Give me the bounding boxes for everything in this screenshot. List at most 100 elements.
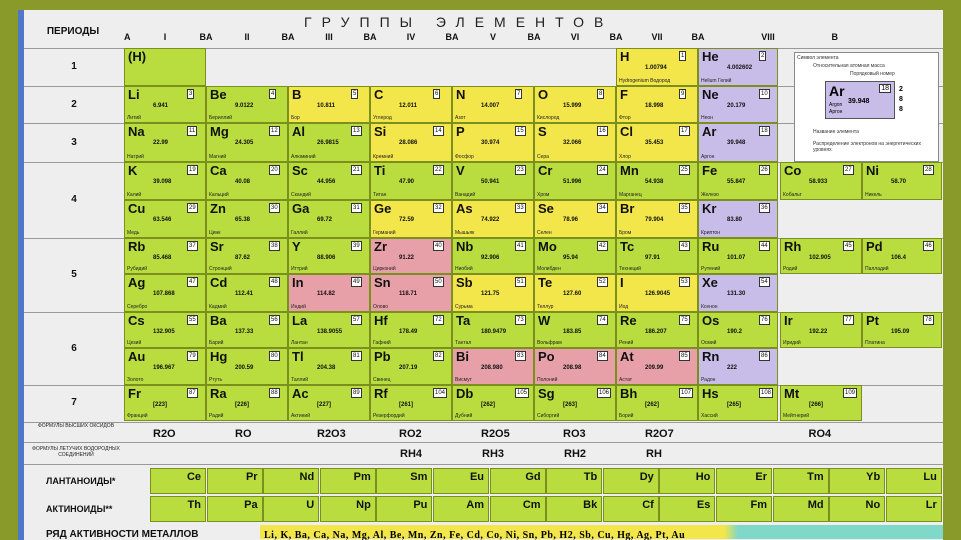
element-cell-ne[interactable]: Ne 10 20.179 Неон xyxy=(698,86,778,123)
element-cell-xe[interactable]: Xe 54 131.30 Ксенон xyxy=(698,274,778,312)
element-cell-hs[interactable]: Hs 108 [265] Хассий xyxy=(698,385,778,421)
actinide-cell-th[interactable]: Th xyxy=(150,496,206,522)
actinide-cell-no[interactable]: No xyxy=(829,496,886,522)
element-cell-pd[interactable]: Pd 46 106.4 Палладий xyxy=(862,238,942,274)
element-cell-re[interactable]: Re 75 186.207 Рений xyxy=(616,312,698,348)
lanthanide-cell-er[interactable]: Er xyxy=(716,468,772,494)
element-cell-tc[interactable]: Tc 43 97.91 Технеций xyxy=(616,238,698,274)
actinide-cell-fm[interactable]: Fm xyxy=(716,496,772,522)
element-cell-ar[interactable]: Ar 18 39.948 Аргон xyxy=(698,123,778,162)
lanthanide-cell-sm[interactable]: Sm xyxy=(376,468,433,494)
element-cell-at[interactable]: At 85 209.99 Астат xyxy=(616,348,698,385)
element-cell-c[interactable]: C 6 12.011 Углерод xyxy=(370,86,452,123)
element-cell-na[interactable]: Na 11 22.99 Натрий xyxy=(124,123,206,162)
element-cell-la[interactable]: La 57 138.9055 Лантан xyxy=(288,312,370,348)
element-cell-al[interactable]: Al 13 26.9815 Алюминий xyxy=(288,123,370,162)
lanthanide-cell-lu[interactable]: Lu xyxy=(885,468,942,494)
element-cell-hg[interactable]: Hg 80 200.59 Ртуть xyxy=(206,348,288,385)
element-cell-po[interactable]: Po 84 208.98 Полоний xyxy=(534,348,616,385)
element-cell-rf[interactable]: Rf 104 [261] Резерфордий xyxy=(370,385,452,421)
actinide-cell-md[interactable]: Md xyxy=(772,496,829,522)
element-cell-au[interactable]: Au 79 196.967 Золото xyxy=(124,348,206,385)
lanthanide-cell-nd[interactable]: Nd xyxy=(263,468,320,494)
element-cell-sn[interactable]: Sn 50 118.71 Олово xyxy=(370,274,452,312)
element-cell-be[interactable]: Be 4 9.0122 Бериллий xyxy=(206,86,288,123)
element-cell-cl[interactable]: Cl 17 35.453 Хлор xyxy=(616,123,698,162)
element-cell-br[interactable]: Br 35 79.904 Бром xyxy=(616,200,698,238)
element-cell-b[interactable]: B 5 10.811 Бор xyxy=(288,86,370,123)
lanthanide-cell-ho[interactable]: Ho xyxy=(659,468,716,494)
element-cell-ir[interactable]: Ir 77 192.22 Иридий xyxy=(780,312,862,348)
element-cell-s[interactable]: S 16 32.066 Сера xyxy=(534,123,616,162)
element-cell-pb[interactable]: Pb 82 207.19 Свинец xyxy=(370,348,452,385)
element-cell-ru[interactable]: Ru 44 101.07 Рутений xyxy=(698,238,778,274)
element-cell-h[interactable]: H 1 1.00794 Hydrogenium Водород xyxy=(616,48,698,86)
element-cell-bh[interactable]: Bh 107 [262] Борий xyxy=(616,385,698,421)
element-cell-os[interactable]: Os 76 190.2 Осмий xyxy=(698,312,778,348)
lanthanide-cell-ce[interactable]: Ce xyxy=(150,468,206,494)
element-cell-p[interactable]: P 15 30.974 Фосфор xyxy=(452,123,534,162)
element-cell-se[interactable]: Se 34 78.96 Селен xyxy=(534,200,616,238)
element-cell-sb[interactable]: Sb 51 121.75 Сурьма xyxy=(452,274,534,312)
element-cell-f[interactable]: F 9 18.998 Фтор xyxy=(616,86,698,123)
element-cell-li[interactable]: Li 3 6.941 Литий xyxy=(124,86,206,123)
element-cell-he[interactable]: He 2 4.002602 Helium Гелий xyxy=(698,48,778,86)
lanthanide-cell-eu[interactable]: Eu xyxy=(433,468,489,494)
element-cell-k[interactable]: K 19 39.098 Калий xyxy=(124,162,206,200)
actinide-cell-np[interactable]: Np xyxy=(319,496,376,522)
element-cell-kr[interactable]: Kr 36 83.80 Криптон xyxy=(698,200,778,238)
lanthanide-cell-tm[interactable]: Tm xyxy=(772,468,829,494)
actinide-cell-cf[interactable]: Cf xyxy=(602,496,659,522)
element-cell-db[interactable]: Db 105 [262] Дубний xyxy=(452,385,534,421)
element-cell-rb[interactable]: Rb 37 85.468 Рубидий xyxy=(124,238,206,274)
element-cell-o[interactable]: O 8 15.999 Кислород xyxy=(534,86,616,123)
element-cell-te[interactable]: Te 52 127.60 Теллур xyxy=(534,274,616,312)
element-cell-mo[interactable]: Mo 42 95.94 Молибден xyxy=(534,238,616,274)
element-cell-hf[interactable]: Hf 72 178.49 Гафний xyxy=(370,312,452,348)
element-cell-ni[interactable]: Ni 28 58.70 Никель xyxy=(862,162,942,200)
element-cell-ac[interactable]: Ac 89 [227] Актиний xyxy=(288,385,370,421)
element-cell-ag[interactable]: Ag 47 107.868 Серебро xyxy=(124,274,206,312)
element-cell-ba[interactable]: Ba 56 137.33 Барий xyxy=(206,312,288,348)
element-cell-cs[interactable]: Cs 55 132.905 Цезий xyxy=(124,312,206,348)
element-cell-zn[interactable]: Zn 30 65.38 Цинк xyxy=(206,200,288,238)
actinide-cell-pa[interactable]: Pa xyxy=(206,496,263,522)
element-cell-bi[interactable]: Bi 83 208.980 Висмут xyxy=(452,348,534,385)
element-cell-tl[interactable]: Tl 81 204.38 Таллий xyxy=(288,348,370,385)
element-cell-fr[interactable]: Fr 87 [223] Франций xyxy=(124,385,206,421)
element-cell-y[interactable]: Y 39 88.906 Иттрий xyxy=(288,238,370,274)
element-cell-mn[interactable]: Mn 25 54.938 Марганец xyxy=(616,162,698,200)
lanthanide-cell-pr[interactable]: Pr xyxy=(206,468,263,494)
element-cell-as[interactable]: As 33 74.922 Мышьяк xyxy=(452,200,534,238)
element-cell-i[interactable]: I 53 126.9045 Иод xyxy=(616,274,698,312)
element-cell-ra[interactable]: Ra 88 [226] Радий xyxy=(206,385,288,421)
element-cell-ga[interactable]: Ga 31 69.72 Галлий xyxy=(288,200,370,238)
lanthanide-cell-yb[interactable]: Yb xyxy=(829,468,886,494)
actinide-cell-am[interactable]: Am xyxy=(433,496,489,522)
element-cell-pt[interactable]: Pt 78 195.09 Платина xyxy=(862,312,942,348)
lanthanide-cell-pm[interactable]: Pm xyxy=(319,468,376,494)
actinide-cell-lr[interactable]: Lr xyxy=(885,496,942,522)
element-cell-rn[interactable]: Rn 86 222 Радон xyxy=(698,348,778,385)
element-cell-nb[interactable]: Nb 41 92.906 Ниобий xyxy=(452,238,534,274)
element-cell-mg[interactable]: Mg 12 24.305 Магний xyxy=(206,123,288,162)
element-cell-n[interactable]: N 7 14.007 Азот xyxy=(452,86,534,123)
element-cell-cd[interactable]: Cd 48 112.41 Кадмий xyxy=(206,274,288,312)
actinide-cell-es[interactable]: Es xyxy=(659,496,716,522)
element-cell-ge[interactable]: Ge 32 72.59 Германий xyxy=(370,200,452,238)
element-cell-co[interactable]: Co 27 58.933 Кобальт xyxy=(780,162,862,200)
actinide-cell-u[interactable]: U xyxy=(263,496,320,522)
lanthanide-cell-dy[interactable]: Dy xyxy=(602,468,659,494)
element-cell-in[interactable]: In 49 114.82 Индий xyxy=(288,274,370,312)
element-cell-rh[interactable]: Rh 45 102.905 Родий xyxy=(780,238,862,274)
element-cell-fe[interactable]: Fe 26 55.847 Железо xyxy=(698,162,778,200)
element-cell-sc[interactable]: Sc 21 44.956 Скандий xyxy=(288,162,370,200)
element-cell-si[interactable]: Si 14 28.086 Кремний xyxy=(370,123,452,162)
element-cell-zr[interactable]: Zr 40 91.22 Цирконий xyxy=(370,238,452,274)
actinide-cell-pu[interactable]: Pu xyxy=(376,496,433,522)
element-cell-w[interactable]: W 74 183.85 Вольфрам xyxy=(534,312,616,348)
lanthanide-cell-tb[interactable]: Tb xyxy=(546,468,603,494)
element-cell-sg[interactable]: Sg 106 [263] Сиборгий xyxy=(534,385,616,421)
actinide-cell-cm[interactable]: Cm xyxy=(489,496,546,522)
element-cell-v[interactable]: V 23 50.941 Ванадий xyxy=(452,162,534,200)
